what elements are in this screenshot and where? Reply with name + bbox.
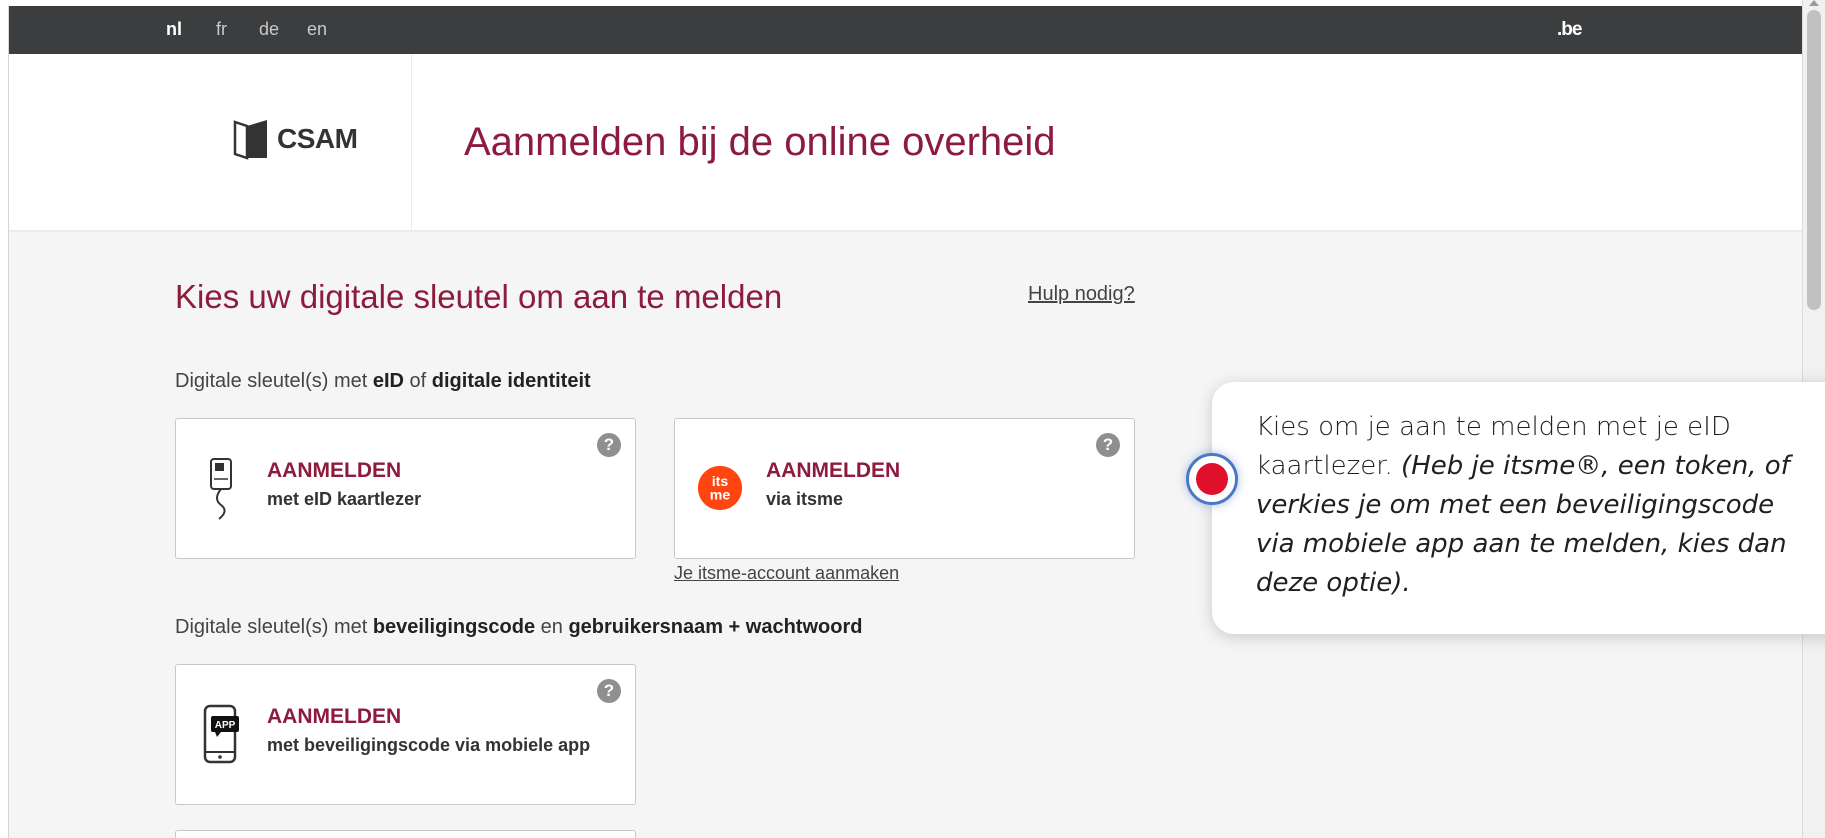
page-title: Aanmelden bij de online overheid <box>464 120 1056 164</box>
section-label-eid-bold1: eID <box>372 370 404 392</box>
section-label-eid-bold2: digitale identiteit <box>431 370 591 392</box>
lang-fr[interactable]: fr <box>216 19 227 40</box>
section-label-code-prefix: Digitale sleutel(s) met <box>175 616 373 638</box>
section-label-eid: Digitale sleutel(s) met eID of digitale … <box>175 370 591 393</box>
lang-de[interactable]: de <box>259 19 279 40</box>
help-question-icon[interactable]: ? <box>597 679 621 703</box>
section-label-code-middle: en <box>535 616 569 638</box>
login-itsme-subtitle: via itsme <box>766 489 844 509</box>
lang-en[interactable]: en <box>307 19 327 40</box>
content-title: Kies uw digitale sleutel om aan te melde… <box>175 278 783 315</box>
login-mobile-app-title: AANMELDEN <box>267 705 402 728</box>
section-label-code-bold1: beveiligingscode <box>372 616 536 638</box>
card-reader-icon <box>198 453 244 523</box>
login-mobile-app-subtitle: met beveiligingscode via mobiele app <box>267 735 591 755</box>
tutorial-tooltip: Kies om je aan te melden met je eID kaar… <box>1212 382 1825 634</box>
logo-column: CSAM <box>9 54 412 230</box>
itsme-logo-text-2: me <box>710 487 731 503</box>
login-eid-subtitle: met eID kaartlezer <box>267 489 422 509</box>
help-link[interactable]: Hulp nodig? <box>1028 283 1135 306</box>
top-bar: nl fr de en .be <box>9 6 1802 54</box>
help-question-icon[interactable]: ? <box>1096 433 1120 457</box>
itsme-logo: its me <box>697 453 743 523</box>
mobile-app-icon: APP <box>198 699 244 769</box>
tutorial-hotspot[interactable] <box>1186 453 1238 505</box>
tooltip-text: Kies om je aan te melden met je eID kaar… <box>1256 408 1816 603</box>
login-itsme-title: AANMELDEN <box>766 459 901 482</box>
app-badge-text: APP <box>215 720 236 731</box>
login-itsme-card[interactable]: its me AANMELDEN via itsme ? <box>674 418 1135 559</box>
hotspot-dot-icon <box>1196 463 1228 495</box>
section-label-eid-middle: of <box>403 370 432 392</box>
section-label-eid-prefix: Digitale sleutel(s) met <box>175 370 373 392</box>
be-logo[interactable]: .be <box>1557 19 1582 41</box>
login-card-partial[interactable] <box>175 830 636 838</box>
itsme-create-account-link[interactable]: Je itsme-account aanmaken <box>674 563 899 584</box>
help-question-icon[interactable]: ? <box>597 433 621 457</box>
section-label-code: Digitale sleutel(s) met beveiligingscode… <box>175 616 862 639</box>
section-label-code-bold2: gebruikersnaam + wachtwoord <box>568 616 863 638</box>
csam-door-icon <box>233 120 267 160</box>
csam-logo[interactable]: CSAM <box>233 118 358 160</box>
lang-nl[interactable]: nl <box>166 19 182 40</box>
csam-logo-text: CSAM <box>277 123 358 154</box>
scrollbar-thumb[interactable] <box>1807 10 1821 310</box>
login-eid-title: AANMELDEN <box>267 459 402 482</box>
site-header: CSAM Aanmelden bij de online overheid <box>9 54 1802 232</box>
login-eid-card[interactable]: AANMELDEN met eID kaartlezer ? <box>175 418 636 559</box>
login-mobile-app-card[interactable]: APP AANMELDEN met beveiligingscode via m… <box>175 664 636 805</box>
scroll-up-arrow-icon[interactable] <box>1809 0 1819 6</box>
